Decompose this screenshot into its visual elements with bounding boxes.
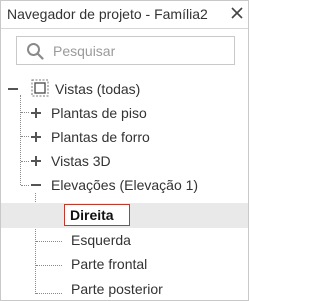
tree-node-label: Plantas de forro bbox=[51, 129, 150, 145]
tree-connector bbox=[21, 185, 29, 186]
tree-connector bbox=[21, 161, 29, 162]
tree-connector bbox=[36, 241, 62, 242]
tree-leaf-parte-posterior[interactable]: Parte posterior bbox=[71, 280, 163, 298]
project-browser-panel: Navegador de projeto - Família2 Pesquisa… bbox=[0, 0, 249, 301]
tree-leaf-parte-frontal[interactable]: Parte frontal bbox=[71, 255, 147, 273]
expand-toggle[interactable] bbox=[30, 155, 42, 167]
tree-node-label: Vistas 3D bbox=[51, 153, 111, 169]
tree-leaf-direita[interactable]: Direita bbox=[70, 206, 114, 224]
views-icon bbox=[31, 79, 49, 97]
title-bar: Navegador de projeto - Família2 bbox=[1, 1, 248, 29]
close-icon[interactable] bbox=[229, 5, 245, 21]
search-box bbox=[16, 36, 235, 65]
window-title: Navegador de projeto - Família2 bbox=[7, 6, 208, 22]
tree-connector bbox=[21, 112, 29, 113]
tree-connector bbox=[21, 136, 29, 137]
tree-connector bbox=[36, 265, 62, 266]
search-input[interactable] bbox=[53, 40, 223, 61]
expand-toggle[interactable] bbox=[30, 107, 42, 119]
tree-node-label: Vistas (todas) bbox=[55, 81, 141, 97]
expand-toggle[interactable] bbox=[30, 131, 42, 143]
tree-node-label: Elevações (Elevação 1) bbox=[51, 177, 199, 193]
tree-connector bbox=[20, 95, 21, 185]
project-tree: Vistas (todas) Plantas de piso Plantas d… bbox=[1, 73, 248, 299]
tree-leaf-esquerda[interactable]: Esquerda bbox=[71, 231, 131, 249]
collapse-toggle[interactable] bbox=[7, 83, 19, 95]
tree-connector bbox=[36, 293, 62, 294]
collapse-toggle[interactable] bbox=[30, 179, 42, 191]
search-icon bbox=[27, 43, 44, 60]
tree-node-label: Plantas de piso bbox=[51, 105, 147, 121]
